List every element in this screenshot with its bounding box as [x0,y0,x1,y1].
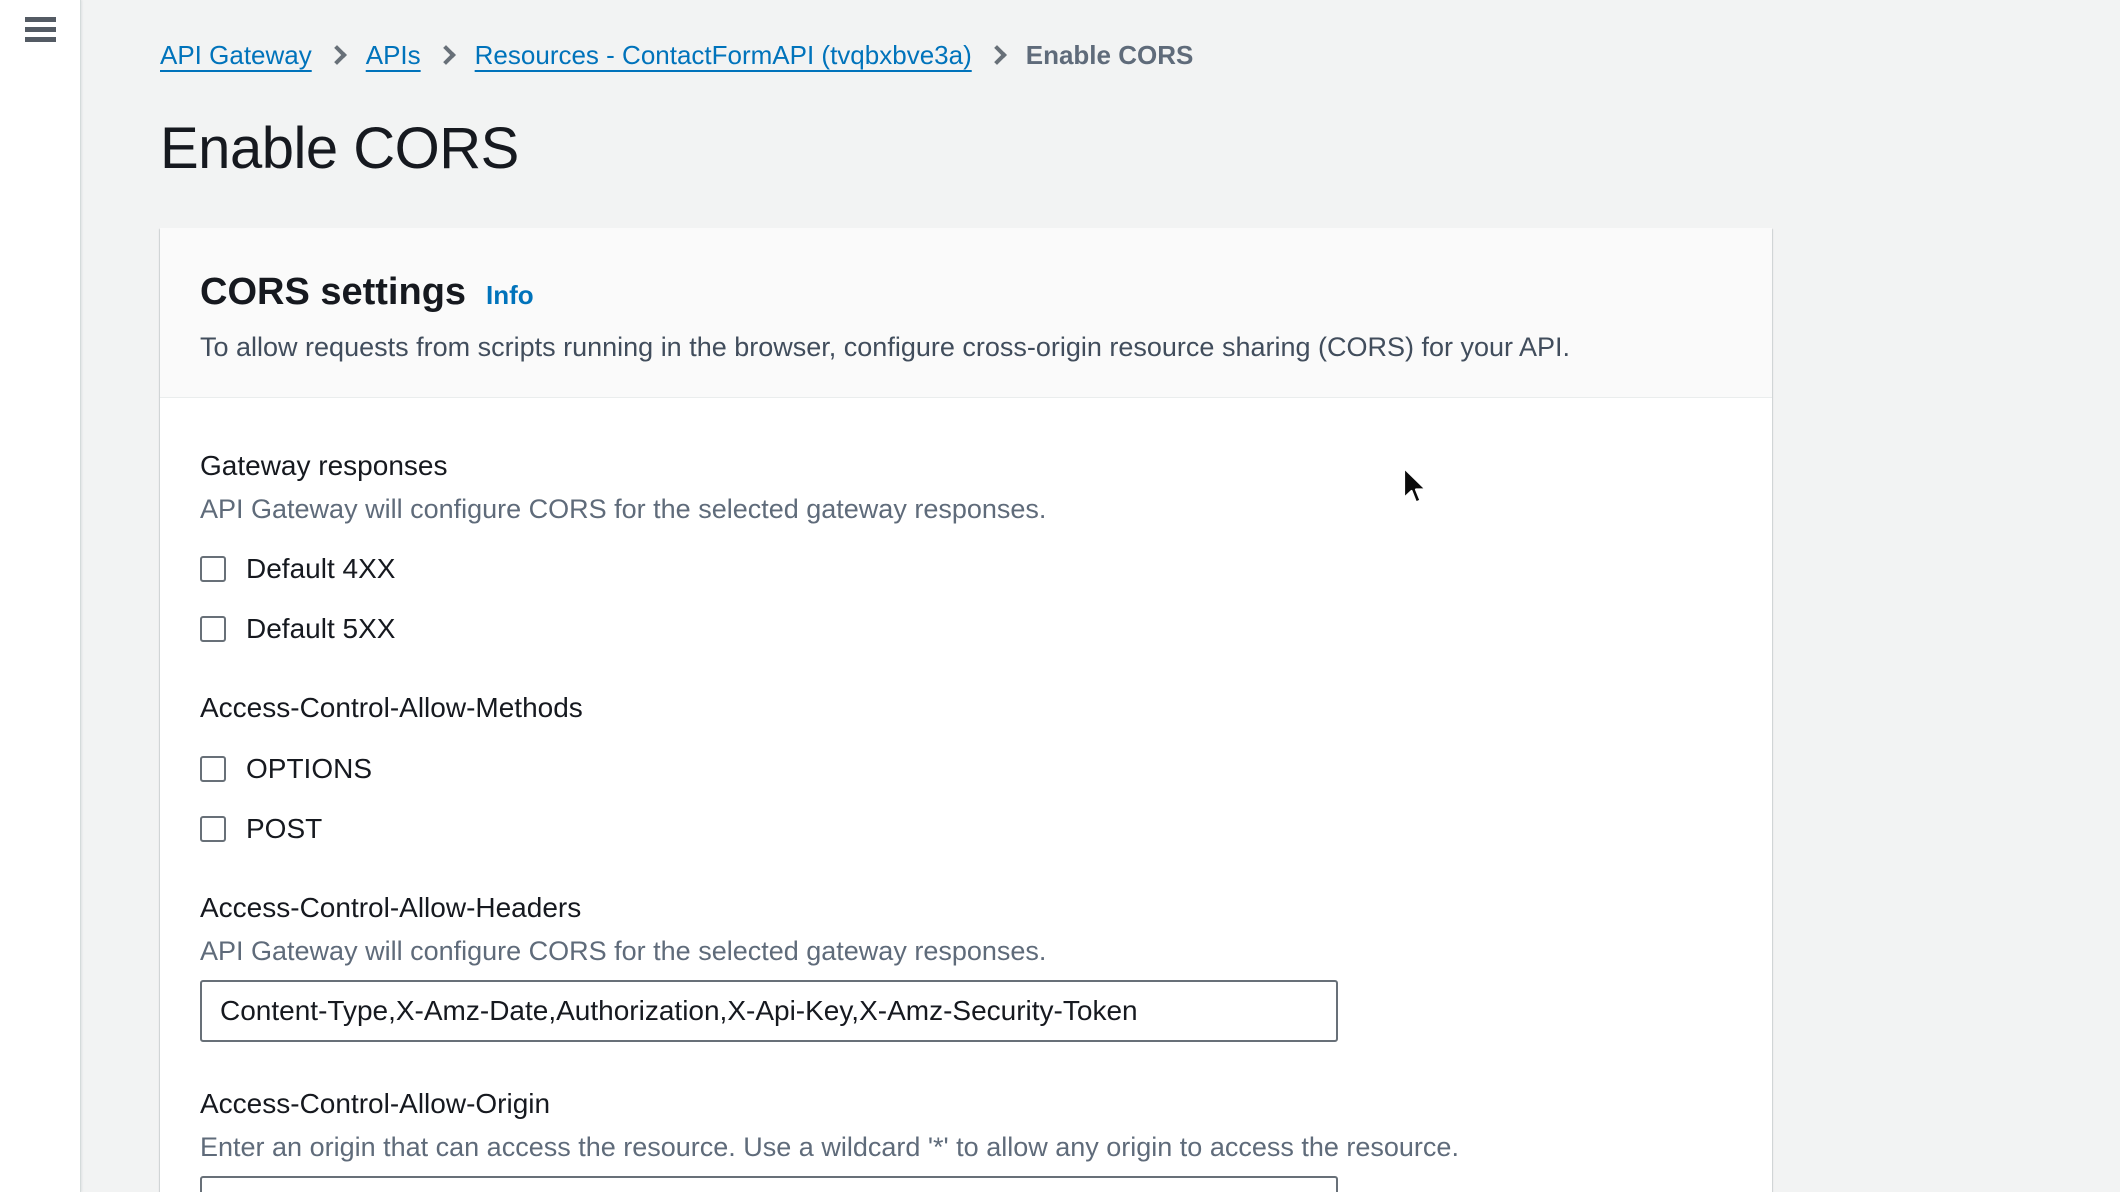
breadcrumb: API Gateway APIs Resources - ContactForm… [160,38,2120,72]
allow-origin-input[interactable] [200,1176,1338,1192]
allow-origin-label: Access-Control-Allow-Origin [200,1086,1732,1122]
checkbox-label-default-5xx[interactable]: Default 5XX [246,612,395,646]
main-content: API Gateway APIs Resources - ContactForm… [81,0,2120,1192]
checkbox-row-options[interactable]: OPTIONS [200,752,372,786]
cors-settings-card-header: CORS settings Info To allow requests fro… [160,228,1772,399]
allow-headers-description: API Gateway will configure CORS for the … [200,934,1732,968]
cors-settings-description: To allow requests from scripts running i… [200,329,1732,365]
checkbox-label-post[interactable]: POST [246,812,322,846]
cors-settings-card: CORS settings Info To allow requests fro… [160,228,1772,1192]
chevron-right-icon [327,45,347,65]
gateway-responses-description: API Gateway will configure CORS for the … [200,492,1732,526]
chevron-right-icon [436,45,456,65]
field-group-gateway-responses: Gateway responses API Gateway will confi… [200,448,1732,646]
field-group-allow-origin: Access-Control-Allow-Origin Enter an ori… [200,1086,1732,1192]
breadcrumb-api-gateway[interactable]: API Gateway [160,38,312,72]
cors-settings-title: CORS settings [200,270,466,316]
checkbox-row-post[interactable]: POST [200,812,322,846]
field-group-allow-headers: Access-Control-Allow-Headers API Gateway… [200,890,1732,1042]
gateway-responses-label: Gateway responses [200,448,1732,484]
allow-methods-label: Access-Control-Allow-Methods [200,690,1732,726]
checkbox-row-default-4xx[interactable]: Default 4XX [200,552,395,586]
allow-headers-label: Access-Control-Allow-Headers [200,890,1732,926]
allow-headers-input[interactable] [200,980,1338,1042]
checkbox-default-4xx[interactable] [200,556,226,582]
breadcrumb-current-enable-cors: Enable CORS [1026,38,1194,72]
breadcrumb-apis[interactable]: APIs [366,38,421,72]
checkbox-options[interactable] [200,756,226,782]
checkbox-row-default-5xx[interactable]: Default 5XX [200,612,395,646]
allow-origin-description: Enter an origin that can access the reso… [200,1130,1732,1164]
page-title: Enable CORS [160,116,2120,183]
hamburger-menu-icon[interactable] [25,16,56,42]
breadcrumb-resources[interactable]: Resources - ContactFormAPI (tvqbxbve3a) [475,38,972,72]
cors-settings-card-body: Gateway responses API Gateway will confi… [160,398,1772,1192]
side-navigation-rail [0,0,81,1192]
checkbox-label-default-4xx[interactable]: Default 4XX [246,552,395,586]
field-group-allow-methods: Access-Control-Allow-Methods OPTIONS POS… [200,690,1732,846]
checkbox-post[interactable] [200,816,226,842]
info-link[interactable]: Info [486,280,534,311]
chevron-right-icon [987,45,1007,65]
checkbox-label-options[interactable]: OPTIONS [246,752,372,786]
checkbox-default-5xx[interactable] [200,616,226,642]
